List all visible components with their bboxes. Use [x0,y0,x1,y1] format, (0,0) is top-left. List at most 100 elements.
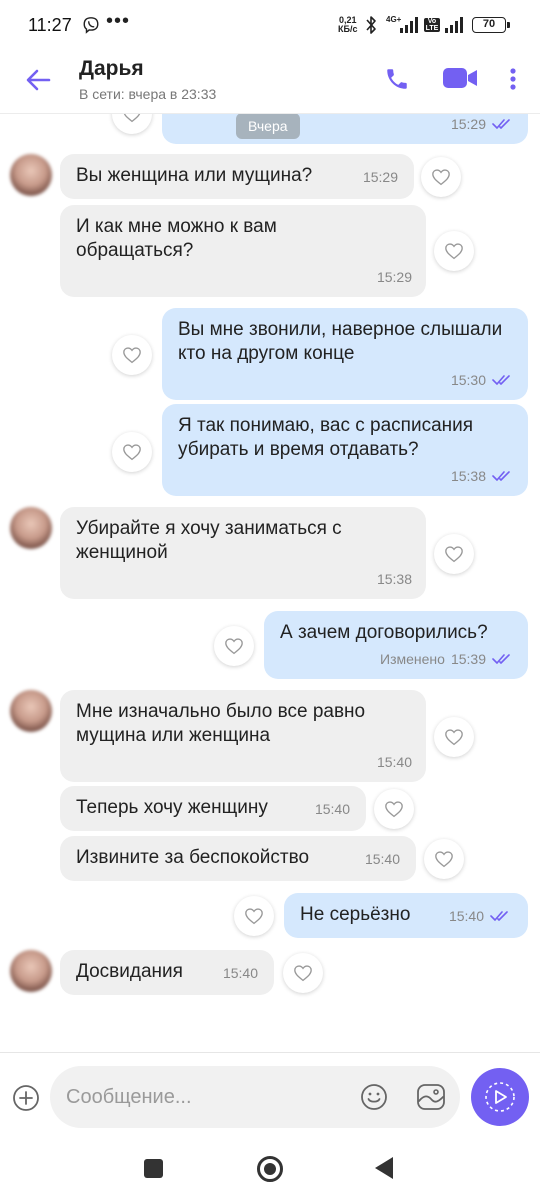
back-button[interactable] [20,62,56,98]
date-separator: Вчера [236,114,300,139]
message-bubble-outgoing[interactable]: А зачем договорились? Изменено 15:39 [264,611,528,679]
back-arrow-icon [26,69,51,91]
message-bubble-incoming[interactable]: Досвидания 15:40 [60,950,274,995]
message-time: 15:39 [450,651,486,667]
volte-badge: Vo LTE [424,18,440,32]
message-edited-label: Изменено [380,651,445,667]
message-time: 15:38 [376,571,412,587]
message-field[interactable] [50,1066,460,1128]
message-time: 15:38 [450,468,486,484]
bluetooth-icon [366,16,376,34]
heart-icon [123,347,141,364]
heart-icon [385,801,403,818]
contact-last-seen: В сети: вчера в 23:33 [79,86,217,102]
message-time: 15:40 [448,907,484,924]
like-button[interactable] [283,953,323,993]
message-bubble-incoming[interactable]: И как мне можно к вам обращаться? 15:29 [60,205,426,297]
message-text: Мне изначально было все равно мущина или… [76,701,366,746]
like-button[interactable] [434,534,474,574]
voice-call-button[interactable] [380,62,414,96]
chat-header: Дарья В сети: вчера в 23:33 [0,50,540,114]
message-text: Я так понимаю, вас с расписания убирать … [178,415,474,460]
message-bubble-incoming[interactable]: Вы женщина или мущина? 15:29 [60,154,414,199]
like-button[interactable] [434,231,474,271]
message-meta: 15:29 [377,265,412,289]
message-meta: 15:38 [377,567,412,591]
message-bubble-incoming[interactable]: Убирайте я хочу заниматься с женщиной 15… [60,507,426,599]
double-check-icon [492,375,510,385]
like-button[interactable] [112,335,152,375]
composer-bar [0,1052,540,1140]
message-text: Извините за беспокойство [76,847,310,868]
more-options-button[interactable] [500,62,526,96]
contact-avatar[interactable] [10,950,52,992]
message-bubble-outgoing[interactable]: 15:29 [162,114,528,144]
message-time: 15:40 [364,850,400,867]
double-check-icon [492,471,510,481]
network-speed: 0,21 КБ/с [338,16,357,34]
heart-icon [445,243,463,260]
network-speed-unit: КБ/с [338,24,358,34]
kebab-menu-icon [510,68,516,90]
like-button[interactable] [112,114,152,134]
heart-icon [445,729,463,746]
message-meta: 15:40 [377,750,412,774]
message-time: 15:29 [376,269,412,285]
message-text: Вы мне звонили, наверное слышали кто на … [178,319,503,364]
like-button[interactable] [434,717,474,757]
message-time: 15:40 [222,964,258,981]
like-button[interactable] [374,789,414,829]
status-bar: 11:27 ••• 0,21 КБ/с 4G+ Vo LTE 70 [0,0,540,50]
send-icon [485,1082,515,1112]
message-bubble-incoming[interactable]: Теперь хочу женщину 15:40 [60,786,366,831]
message-time: 15:29 [450,116,486,132]
message-bubble-outgoing[interactable]: Не серьёзно 15:40 [284,893,528,938]
heart-icon [294,965,312,982]
message-meta: 15:40 [449,904,512,928]
video-call-button[interactable] [440,64,480,92]
signal-icon [445,17,463,33]
phone-icon [387,69,407,89]
recent-apps-button[interactable] [144,1159,163,1178]
message-bubble-outgoing[interactable]: Я так понимаю, вас с расписания убирать … [162,404,528,496]
plus-icon[interactable] [12,1084,40,1112]
contact-avatar[interactable] [10,507,52,549]
heart-icon [123,114,141,123]
viber-notification-icon [83,17,99,34]
message-input[interactable] [66,1066,346,1128]
system-back-button[interactable] [375,1157,393,1179]
contact-avatar[interactable] [10,690,52,732]
heart-icon [445,546,463,563]
message-time: 15:40 [376,754,412,770]
heart-icon [432,169,450,186]
heart-icon [245,908,263,925]
like-button[interactable] [214,626,254,666]
more-notifications-icon: ••• [106,10,131,32]
message-meta: 15:38 [451,464,514,488]
sticker-icon[interactable] [416,1082,446,1112]
like-button[interactable] [421,157,461,197]
message-meta: 15:29 [451,114,514,136]
message-list[interactable]: 15:29 Вчера Вы женщина или мущина? 15:29… [0,114,540,1052]
message-text: Убирайте я хочу заниматься с женщиной [76,518,342,563]
svg-text:4G+: 4G+ [386,15,402,24]
contact-avatar[interactable] [10,154,52,196]
contact-name[interactable]: Дарья [79,57,144,81]
send-button[interactable] [471,1068,529,1126]
like-button[interactable] [112,432,152,472]
message-bubble-outgoing[interactable]: Вы мне звонили, наверное слышали кто на … [162,308,528,400]
heart-icon [225,638,243,655]
message-bubble-incoming[interactable]: Мне изначально было все равно мущина или… [60,690,426,782]
home-button[interactable] [257,1156,283,1182]
message-time: 15:40 [314,800,350,817]
like-button[interactable] [424,839,464,879]
like-button[interactable] [234,896,274,936]
system-navigation-bar [0,1140,540,1200]
heart-icon [123,444,141,461]
message-text: И как мне можно к вам обращаться? [76,216,277,261]
message-meta: Изменено 15:39 [380,647,514,671]
emoji-icon[interactable] [360,1083,388,1111]
double-check-icon [490,910,508,921]
video-camera-icon [443,68,477,88]
message-bubble-incoming[interactable]: Извините за беспокойство 15:40 [60,836,416,881]
